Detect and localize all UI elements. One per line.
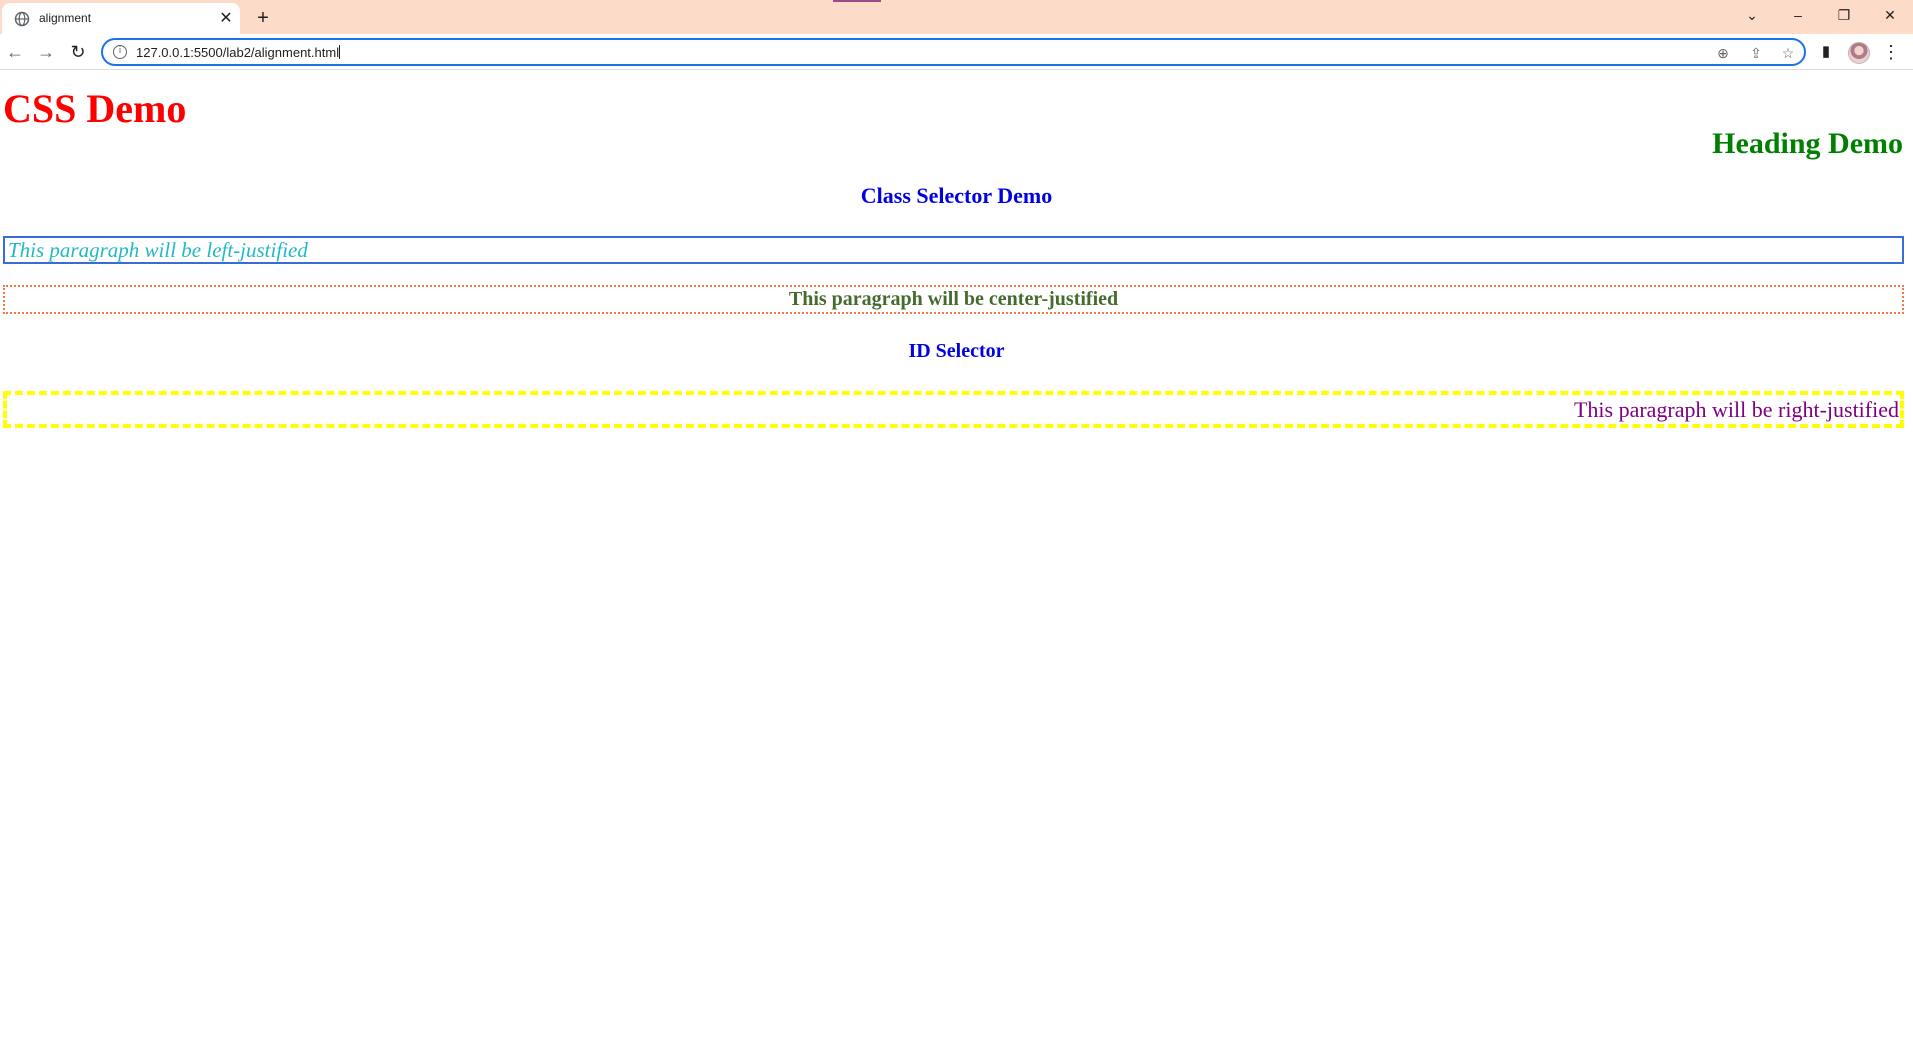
tab-title: alignment (39, 11, 92, 25)
page-title: CSS Demo (3, 86, 187, 131)
restore-button[interactable]: ❐ (1826, 4, 1862, 26)
new-tab-button[interactable]: + (252, 7, 274, 29)
titlebar-accent (833, 0, 881, 2)
minimize-button[interactable]: – (1780, 4, 1816, 26)
site-info-icon[interactable]: i (113, 45, 127, 59)
id-selector-heading: ID Selector (908, 340, 1005, 362)
side-panel-icon[interactable]: ▮ (1815, 41, 1837, 63)
left-justified-paragraph: This paragraph will be left-justified (3, 236, 1904, 264)
globe-icon (14, 11, 30, 27)
browser-toolbar: ← → ↻ i 127.0.0.1:5500/lab2/alignment.ht… (0, 34, 1913, 70)
close-window-button[interactable]: ✕ (1872, 4, 1908, 26)
text-caret (339, 45, 341, 59)
address-bar[interactable]: i 127.0.0.1:5500/lab2/alignment.html ⊕ ⇪… (101, 38, 1806, 66)
browser-titlebar: alignment ✕ + ⌄ – ❐ ✕ (0, 0, 1913, 34)
reload-button[interactable]: ↻ (67, 41, 89, 63)
share-icon[interactable]: ⇪ (1746, 43, 1766, 63)
profile-avatar[interactable] (1848, 42, 1870, 64)
center-justified-paragraph: This paragraph will be center-justified (3, 285, 1904, 314)
address-url[interactable]: 127.0.0.1:5500/lab2/alignment.html (136, 45, 341, 60)
class-selector-heading: Class Selector Demo (860, 183, 1053, 208)
tab-search-chevron-icon[interactable]: ⌄ (1734, 4, 1770, 26)
page-content: CSS Demo Heading Demo Class Selector Dem… (0, 71, 1913, 1039)
bookmark-star-icon[interactable]: ☆ (1778, 43, 1798, 63)
tab-close-icon[interactable]: ✕ (216, 9, 236, 29)
back-button[interactable]: ← (4, 41, 26, 63)
forward-button[interactable]: → (35, 41, 57, 63)
browser-menu-icon[interactable]: ⋮ (1880, 41, 1902, 63)
zoom-icon[interactable]: ⊕ (1713, 43, 1733, 63)
right-justified-paragraph: This paragraph will be right-justified (3, 391, 1904, 428)
heading-demo: Heading Demo (1712, 127, 1903, 160)
tab-alignment[interactable]: alignment ✕ (2, 3, 240, 34)
